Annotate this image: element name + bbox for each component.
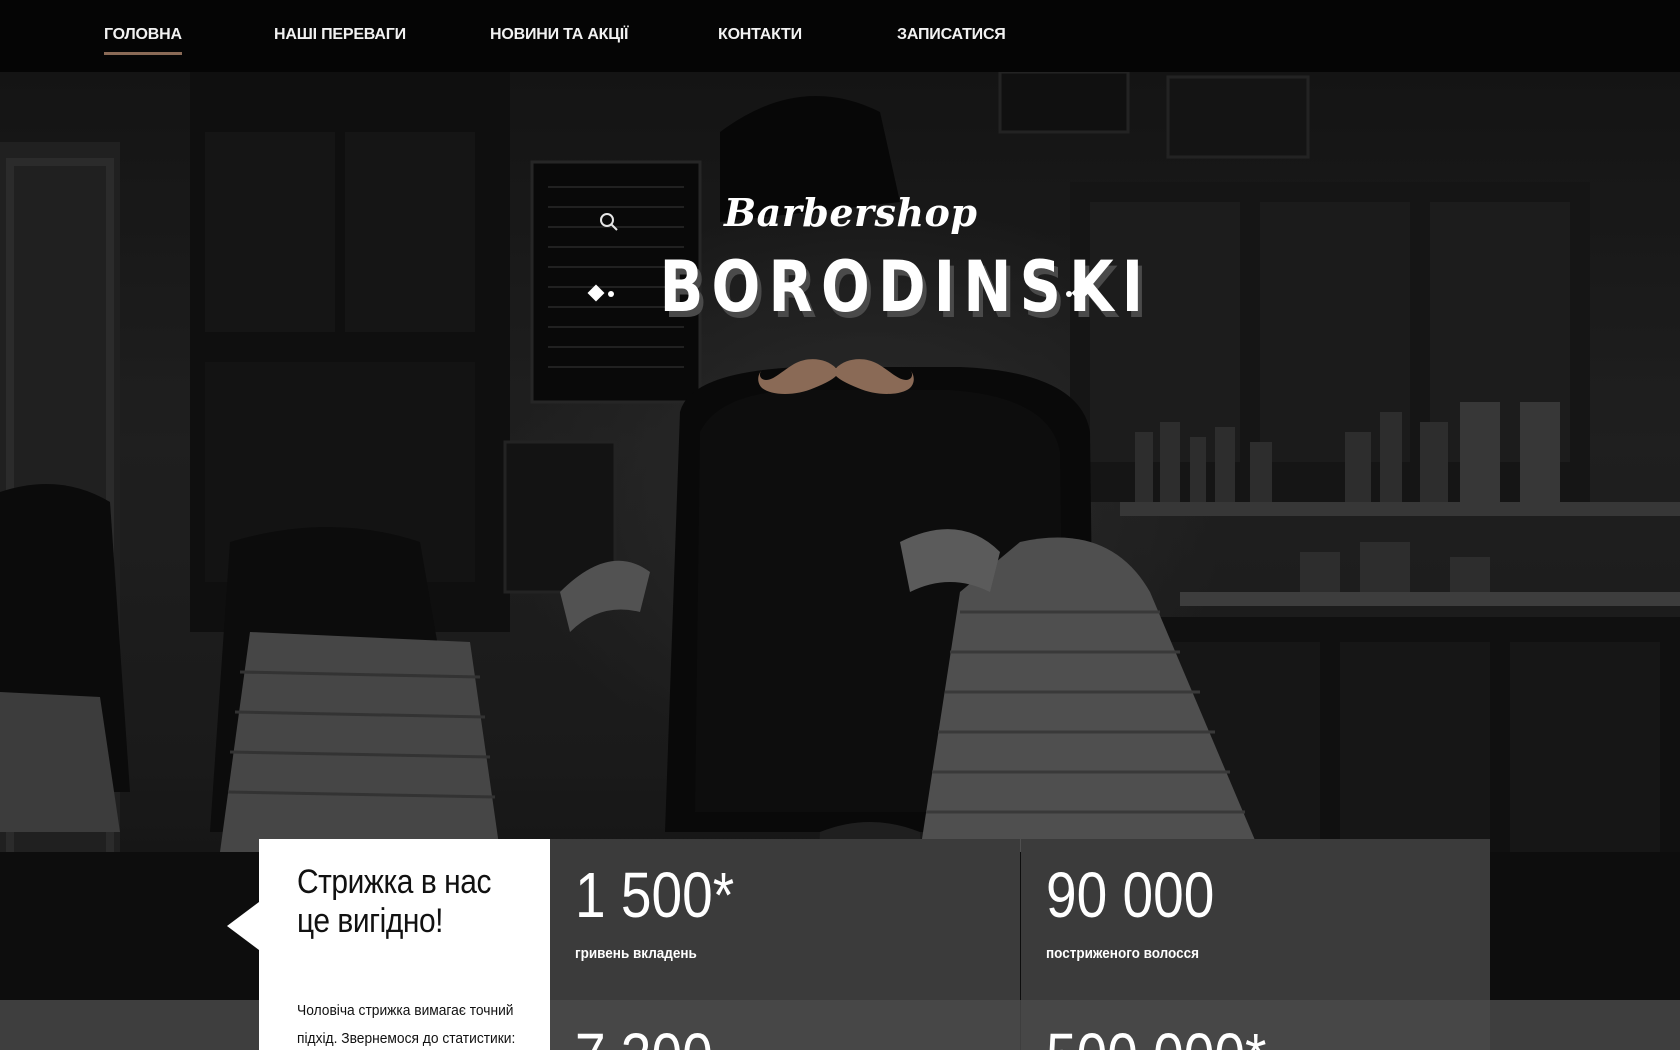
stat-value: 500 000* [1046,1024,1266,1050]
card-pointer [227,902,259,950]
main-navigation: ГОЛОВНА НАШІ ПЕРЕВАГИ НОВИНИ ТА АКЦІЇ КО… [0,0,1680,72]
logo-main-text: BORODINSKI [659,246,1152,328]
stat-value: 1 500* [575,859,735,931]
promo-title: Стрижка в нас це вигідно! [297,863,491,940]
promo-text: Чоловіча стрижка вимагає точний підхід. … [297,1002,516,1047]
left-dot-icon [608,291,614,297]
stat-clients: 7 300 [550,1000,1020,1050]
nav-item-home[interactable]: ГОЛОВНА [104,26,182,55]
mustache-icon [758,359,914,394]
logo-script-text: Barbershop [724,190,978,235]
nav-item-advantages[interactable]: НАШІ ПЕРЕВАГИ [274,26,406,44]
stat-label: гривень вкладень [575,945,697,962]
nav-item-news[interactable]: НОВИНИ ТА АКЦІЇ [490,26,628,44]
stat-value: 7 300 [575,1024,713,1050]
promo-card: Стрижка в нас це вигідно! Чоловіча стриж… [227,839,550,1050]
nav-item-signup[interactable]: ЗАПИСАТИСЯ [897,26,1006,44]
stat-investment: 1 500* гривень вкладень [550,839,1020,1000]
stat-label: постриженого волосся [1046,945,1200,962]
search-icon[interactable] [598,211,620,233]
page: ГОЛОВНА НАШІ ПЕРЕВАГИ НОВИНИ ТА АКЦІЇ КО… [0,0,1680,1050]
stat-total: 500 000* [1021,1000,1490,1050]
stat-hair-cut: 90 000 постриженого волосся [1021,839,1490,1000]
stat-value: 90 000 [1046,859,1215,931]
nav-item-contacts[interactable]: КОНТАКТИ [718,26,802,44]
